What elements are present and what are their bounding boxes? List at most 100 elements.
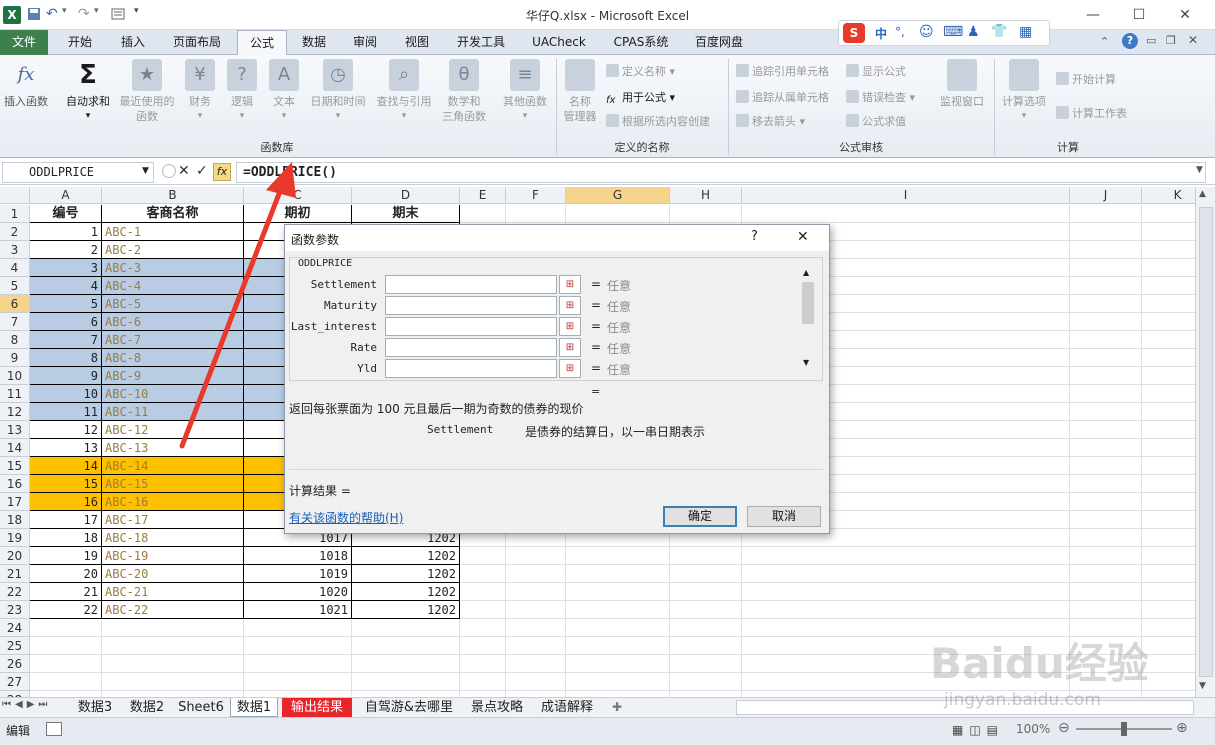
cell[interactable] xyxy=(1142,601,1195,619)
cell[interactable] xyxy=(1070,403,1142,421)
formula-input[interactable]: =ODDLPRICE() xyxy=(236,162,1206,183)
cell[interactable] xyxy=(742,547,1070,565)
cell[interactable] xyxy=(566,547,670,565)
cell[interactable] xyxy=(742,583,1070,601)
cell[interactable] xyxy=(1142,439,1195,457)
row-header[interactable]: 7 xyxy=(0,313,30,331)
argument-input[interactable] xyxy=(385,275,557,294)
cell[interactable] xyxy=(1070,457,1142,475)
cell[interactable] xyxy=(1070,601,1142,619)
cell[interactable] xyxy=(670,205,742,223)
column-header[interactable]: K xyxy=(1142,187,1195,204)
insert-function-button[interactable]: fx 插入函数 xyxy=(2,59,50,109)
autosum-button[interactable]: Σ 自动求和 ▾ xyxy=(62,59,114,124)
ime-keyboard-icon[interactable]: ⌨ xyxy=(943,24,963,40)
cell[interactable] xyxy=(1070,349,1142,367)
cell[interactable]: 22 xyxy=(30,601,102,619)
insert-sheet-icon[interactable]: ✚ xyxy=(612,700,622,714)
cell[interactable]: 1202 xyxy=(352,547,460,565)
cell[interactable] xyxy=(1142,331,1195,349)
cell[interactable]: 2 xyxy=(30,241,102,259)
cell[interactable] xyxy=(1142,223,1195,241)
column-header[interactable]: I xyxy=(742,187,1070,204)
cell[interactable] xyxy=(460,547,506,565)
cell[interactable]: 1020 xyxy=(244,583,352,601)
row-header[interactable]: 27 xyxy=(0,673,30,691)
cell[interactable] xyxy=(566,655,670,673)
row-header[interactable]: 23 xyxy=(0,601,30,619)
cell[interactable] xyxy=(506,583,566,601)
expand-formula-bar-icon[interactable]: ▼ xyxy=(1196,165,1203,175)
cell[interactable] xyxy=(566,619,670,637)
row-header[interactable]: 17 xyxy=(0,493,30,511)
cell[interactable] xyxy=(742,205,1070,223)
text-functions-button[interactable]: A 文本 ▾ xyxy=(264,59,304,124)
close-window-button[interactable]: ✕ xyxy=(1162,0,1208,30)
cell[interactable]: 5 xyxy=(30,295,102,313)
row-header[interactable]: 24 xyxy=(0,619,30,637)
cell[interactable]: 20 xyxy=(30,565,102,583)
doc-restore-icon[interactable]: ❐ xyxy=(1166,34,1176,47)
tab-insert[interactable]: 插入 xyxy=(110,30,156,55)
cell[interactable] xyxy=(1070,439,1142,457)
ime-chinese-mode[interactable]: 中 xyxy=(875,25,887,42)
recently-used-button[interactable]: ★ 最近使用的 函数 xyxy=(116,59,178,124)
doc-close-icon[interactable]: ✕ xyxy=(1188,33,1198,47)
show-formulas-button[interactable]: 显示公式 xyxy=(846,63,906,81)
sheet-tab[interactable]: 景点攻略 xyxy=(464,698,530,717)
cell[interactable] xyxy=(1142,277,1195,295)
cell[interactable] xyxy=(670,655,742,673)
cell[interactable] xyxy=(460,601,506,619)
cell[interactable] xyxy=(30,655,102,673)
cell[interactable]: 1202 xyxy=(352,583,460,601)
cell[interactable] xyxy=(566,565,670,583)
collapse-dialog-icon[interactable]: ⊞ xyxy=(559,338,581,357)
cell[interactable] xyxy=(1142,493,1195,511)
cell[interactable] xyxy=(1142,295,1195,313)
cell[interactable] xyxy=(1142,655,1195,673)
cell[interactable]: 1021 xyxy=(244,601,352,619)
row-header[interactable]: 20 xyxy=(0,547,30,565)
cell[interactable] xyxy=(460,655,506,673)
trace-dependents-button[interactable]: 追踪从属单元格 xyxy=(736,89,829,107)
sheet-tab[interactable]: 数据2 xyxy=(124,698,170,717)
cell[interactable]: 4 xyxy=(30,277,102,295)
cell[interactable] xyxy=(1142,313,1195,331)
cell[interactable] xyxy=(460,619,506,637)
cell[interactable]: 15 xyxy=(30,475,102,493)
cell[interactable] xyxy=(670,619,742,637)
macro-record-icon[interactable] xyxy=(46,722,62,736)
argument-input[interactable] xyxy=(385,296,557,315)
cell[interactable] xyxy=(670,565,742,583)
cell[interactable] xyxy=(1142,259,1195,277)
row-header[interactable]: 26 xyxy=(0,655,30,673)
cell[interactable] xyxy=(670,547,742,565)
use-in-formula-button[interactable]: fx 用于公式 ▾ xyxy=(606,89,675,107)
ime-user-icon[interactable]: ♟ xyxy=(967,24,980,40)
collapse-dialog-icon[interactable]: ⊞ xyxy=(559,359,581,378)
cell[interactable]: 12 xyxy=(30,421,102,439)
ime-skin-icon[interactable]: 👕 xyxy=(991,24,1007,39)
cell[interactable] xyxy=(460,583,506,601)
cell[interactable] xyxy=(102,673,244,691)
row-header[interactable]: 1 xyxy=(0,205,30,223)
cell[interactable]: 14 xyxy=(30,457,102,475)
cell[interactable] xyxy=(1142,565,1195,583)
cell[interactable]: ABC-17 xyxy=(102,511,244,529)
cell[interactable]: ABC-21 xyxy=(102,583,244,601)
cell[interactable]: 11 xyxy=(30,403,102,421)
cell[interactable] xyxy=(1070,205,1142,223)
cell[interactable] xyxy=(1142,619,1195,637)
cell[interactable] xyxy=(1142,673,1195,691)
cell[interactable]: ABC-22 xyxy=(102,601,244,619)
cell[interactable] xyxy=(352,619,460,637)
minimize-button[interactable]: — xyxy=(1070,0,1116,30)
cell[interactable] xyxy=(244,673,352,691)
cell[interactable] xyxy=(566,205,670,223)
sheet-tab[interactable]: 成语解释 xyxy=(534,698,600,717)
row-header[interactable]: 19 xyxy=(0,529,30,547)
column-header[interactable]: A xyxy=(30,187,102,204)
cell[interactable] xyxy=(506,547,566,565)
math-trig-button[interactable]: θ 数学和 三角函数 xyxy=(436,59,492,124)
sheet-tab[interactable]: 输出结果 xyxy=(282,698,352,717)
